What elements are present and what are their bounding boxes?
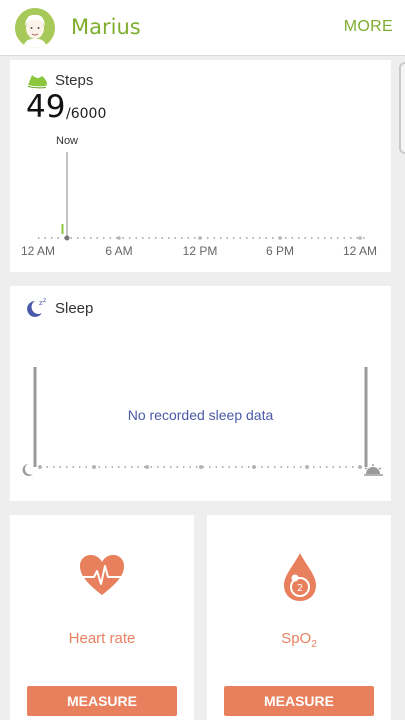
spo2-card[interactable]: 2 SpO2 MEASURE — [207, 515, 391, 720]
steps-card[interactable]: Steps 49 /6000 Now 12 AM 6 AM 12 PM 6 PM… — [10, 60, 391, 272]
avatar-icon — [15, 8, 55, 48]
axis-label-6am: 6 AM — [105, 244, 133, 258]
heart-rate-icon — [80, 555, 124, 595]
steps-bar — [61, 224, 64, 234]
spo2-icon-digit: 2 — [297, 583, 303, 594]
axis-label-12pm: 12 PM — [182, 244, 218, 258]
now-point — [64, 235, 70, 241]
axis-tick — [278, 236, 282, 240]
user-name[interactable]: Marius — [71, 15, 141, 39]
axis-label-12am-end: 12 AM — [342, 244, 378, 258]
axis-label-12am-start: 12 AM — [20, 244, 56, 258]
spo2-label: SpO2 — [207, 630, 391, 650]
sleep-card[interactable]: z z Sleep No recorded sleep data — [10, 286, 391, 501]
moon-small-icon — [22, 464, 33, 476]
sleep-empty-message: No recorded sleep data — [127, 407, 274, 423]
heart-rate-card[interactable]: Heart rate MEASURE — [10, 515, 194, 720]
heart-rate-label: Heart rate — [68, 630, 136, 647]
axis-tick — [198, 236, 202, 240]
top-header: Marius MORE — [0, 0, 405, 56]
user-avatar[interactable] — [15, 8, 55, 48]
axis-tick — [117, 236, 121, 240]
sleep-chart — [22, 367, 383, 476]
heart-rate-measure-button[interactable]: MEASURE — [27, 686, 177, 716]
spo2-measure-button[interactable]: MEASURE — [224, 686, 374, 716]
spo2-label-main: SpO — [281, 630, 312, 647]
blood-drop-icon: 2 — [284, 553, 316, 601]
more-button[interactable]: MORE — [344, 18, 393, 36]
steps-chart — [38, 152, 365, 241]
axis-tick — [358, 236, 362, 240]
spo2-label-subscript: 2 — [311, 639, 317, 650]
axis-label-6pm: 6 PM — [265, 244, 295, 258]
edge-panel-handle[interactable] — [399, 62, 405, 154]
